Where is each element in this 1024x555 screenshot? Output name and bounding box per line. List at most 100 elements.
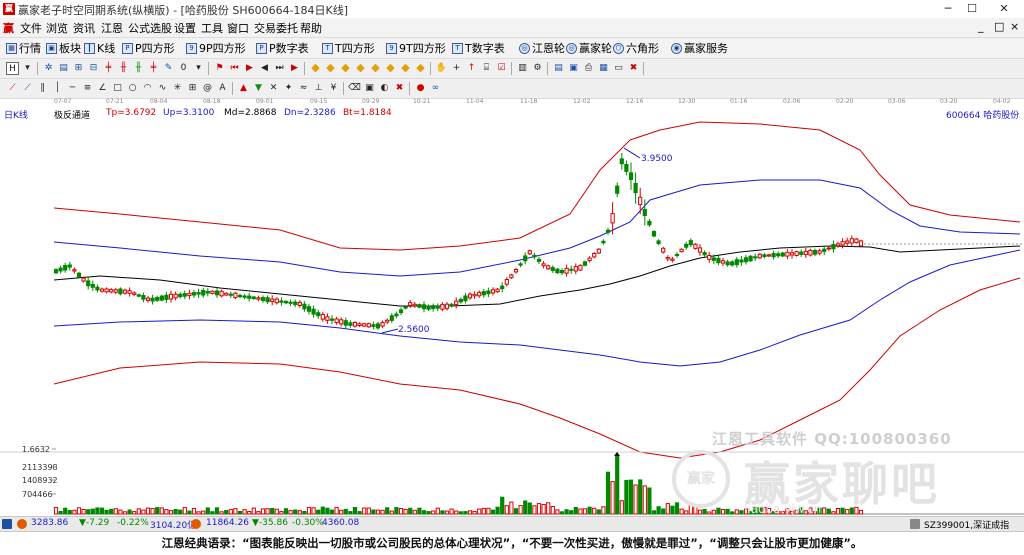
menu-file[interactable]: 文件 (20, 20, 42, 36)
dropdown-icon[interactable]: ▾ (21, 62, 34, 75)
diamond-1-icon[interactable]: ◆ (309, 62, 322, 75)
menu-formula[interactable]: 公式选股 (128, 20, 172, 36)
draw-gann-icon[interactable]: ✳ (171, 82, 184, 95)
bar-tool-icon[interactable]: ╪ (102, 62, 115, 75)
diamond-2-icon[interactable]: ◆ (324, 62, 337, 75)
tile-icon[interactable]: ▦ (597, 62, 610, 75)
calc-tool-icon[interactable]: ▤ (552, 62, 565, 75)
window-icon[interactable]: ▭ (612, 62, 625, 75)
draw-hline-icon[interactable]: ─ (66, 82, 79, 95)
mdi-close-icon[interactable]: × (1010, 20, 1019, 33)
draw-vline-icon[interactable]: │ (51, 82, 64, 95)
menu-info[interactable]: 资讯 (73, 20, 95, 36)
draw-cross-icon[interactable]: ✕ (267, 82, 280, 95)
diamond-4-icon[interactable]: ◆ (354, 62, 367, 75)
menu-browse[interactable]: 浏览 (46, 20, 68, 36)
draw-channel-icon[interactable]: ∥ (36, 82, 49, 95)
bar3-tool-icon[interactable]: ╫ (132, 62, 145, 75)
bar2-tool-icon[interactable]: ╫ (117, 62, 130, 75)
toolbar-candle-button[interactable]: ┃ K线 (84, 40, 115, 56)
diamond-3-icon[interactable]: ◆ (339, 62, 352, 75)
arrow-up-tool-icon[interactable]: ↑ (465, 62, 478, 75)
menu-window[interactable]: 窗口 (227, 20, 249, 36)
draw-ray-icon[interactable]: ⟋ (21, 82, 34, 95)
print-icon[interactable]: ⎙ (582, 62, 595, 75)
draw-fib-icon[interactable]: ≡ (81, 82, 94, 95)
settings-tool-icon[interactable]: ⚙ (531, 62, 544, 75)
play-icon[interactable]: ▶ (243, 62, 256, 75)
pen-tool-icon[interactable]: ✎ (162, 62, 175, 75)
chart-tool-icon[interactable]: ▥ (516, 62, 529, 75)
toolbar-t-square-button[interactable]: T T四方形 (322, 40, 375, 56)
toolbar-blocks-button[interactable]: ▣ 板块 (46, 40, 81, 56)
toolbar-p-square-button[interactable]: P P四方形 (122, 40, 175, 56)
draw-lock-icon[interactable]: ▣ (363, 82, 376, 95)
draw-delete-icon[interactable]: ✖ (393, 82, 406, 95)
menu-help[interactable]: 帮助 (300, 20, 322, 36)
h-line-tool-icon[interactable]: H (6, 62, 19, 75)
skip-icon[interactable]: ⏭ (273, 62, 286, 75)
first-icon[interactable]: ⏮ (228, 62, 241, 75)
close-window-icon[interactable]: ✖ (627, 62, 640, 75)
draw-text-icon[interactable]: A (216, 82, 229, 95)
draw-arrow-up-icon[interactable]: ▲ (237, 82, 250, 95)
menu-app-icon[interactable]: 赢 (3, 20, 14, 36)
zero-icon[interactable]: 0 (177, 62, 190, 75)
draw-spiral-icon[interactable]: @ (201, 82, 214, 95)
toolbar-p-table-button[interactable]: P P数字表 (256, 40, 309, 56)
draw-star-icon[interactable]: ✦ (282, 82, 295, 95)
toolbar-winner-wheel-button[interactable]: ◎ 赢家轮 (566, 40, 612, 56)
hand-tool-icon[interactable]: ✋ (435, 62, 448, 75)
draw-arc-icon[interactable]: ◠ (141, 82, 154, 95)
draw-angle-icon[interactable]: ∠ (96, 82, 109, 95)
toolbar-gann-wheel-button[interactable]: ◎ 江恩轮 (519, 40, 565, 56)
toolbar-service-button[interactable]: ◉ 赢家服务 (671, 40, 728, 56)
color-icon[interactable]: ● (414, 82, 427, 95)
draw-ruler-icon[interactable]: ⊥ (312, 82, 325, 95)
stairs-tool-icon[interactable]: ⌸ (480, 62, 493, 75)
toolbar-9t-square-button[interactable]: 9 9T四方形 (386, 40, 446, 56)
draw-box-icon[interactable]: □ (111, 82, 124, 95)
toolbar-hexagon-button[interactable]: ⬡ 六角形 (613, 40, 659, 56)
draw-eraser-icon[interactable]: ⌫ (348, 82, 361, 95)
period-tool-icon[interactable]: ▤ (57, 62, 70, 75)
infinity-icon[interactable]: ∞ (429, 82, 442, 95)
save-icon[interactable]: ▣ (567, 62, 580, 75)
cross-tool-icon[interactable]: + (450, 62, 463, 75)
back-icon[interactable]: ◀ (258, 62, 271, 75)
toolbar-9p-square-button[interactable]: 9 9P四方形 (186, 40, 246, 56)
mdi-minimize-icon[interactable]: _ (978, 20, 984, 33)
dropdown2-icon[interactable]: ▾ (192, 62, 205, 75)
minimize-icon[interactable]: ─ (936, 1, 960, 16)
menu-bar: 赢 文件 浏览 资讯 江恩 公式选股 设置 工具 窗口 交易委托 帮助 _ □ … (0, 18, 1024, 38)
end-icon[interactable]: ▶ (288, 62, 301, 75)
draw-grid-icon[interactable]: ⊞ (186, 82, 199, 95)
draw-wave-icon[interactable]: ≈ (297, 82, 310, 95)
draw-line-icon[interactable]: ⟋ (6, 82, 19, 95)
draw-price-icon[interactable]: ¥ (327, 82, 340, 95)
close-icon[interactable]: ✕ (992, 1, 1016, 16)
bar4-tool-icon[interactable]: ╪ (147, 62, 160, 75)
diamond-7-icon[interactable]: ◆ (399, 62, 412, 75)
blocks-icon: ▣ (46, 42, 57, 54)
menu-gann[interactable]: 江恩 (101, 20, 123, 36)
diamond-6-icon[interactable]: ◆ (384, 62, 397, 75)
menu-settings[interactable]: 设置 (174, 20, 196, 36)
price-cycle-tool-icon[interactable]: ⊞ (72, 62, 85, 75)
draw-circle-icon[interactable]: ○ (126, 82, 139, 95)
diamond-5-icon[interactable]: ◆ (369, 62, 382, 75)
time-tool-icon[interactable]: ⊟ (87, 62, 100, 75)
draw-arrow-down-icon[interactable]: ▼ (252, 82, 265, 95)
menu-trade[interactable]: 交易委托 (254, 20, 298, 36)
gann-fan-tool-icon[interactable]: ✲ (42, 62, 55, 75)
maximize-icon[interactable]: ☐ (960, 1, 984, 16)
toolbar-t-table-button[interactable]: T T数字表 (452, 40, 505, 56)
draw-cycle-icon[interactable]: ∿ (156, 82, 169, 95)
mdi-restore-icon[interactable]: □ (994, 20, 1004, 33)
menu-tools[interactable]: 工具 (201, 20, 223, 36)
check-tool-icon[interactable]: ☑ (495, 62, 508, 75)
flag-tool-icon[interactable]: ⚑ (213, 62, 226, 75)
diamond-8-icon[interactable]: ◆ (414, 62, 427, 75)
draw-hide-icon[interactable]: ◐ (378, 82, 391, 95)
toolbar-grid-button[interactable]: ▦ 行情 (6, 40, 41, 56)
